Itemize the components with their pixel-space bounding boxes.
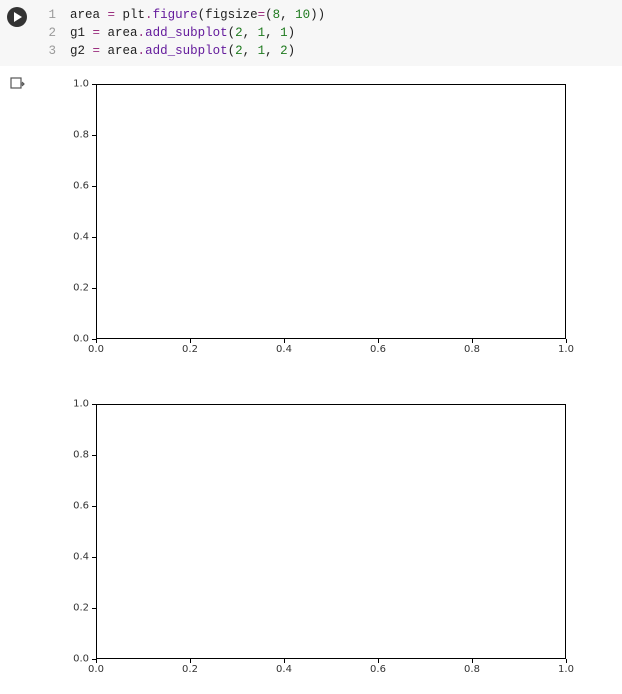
x-tick-label: 0.8 (464, 344, 480, 355)
y-tick-mark (92, 186, 96, 187)
x-tick-label: 0.4 (276, 344, 292, 355)
x-tick-mark (472, 659, 473, 663)
y-tick-label: 0.2 (73, 603, 89, 614)
plot-area (96, 84, 566, 339)
y-tick-label: 1.0 (73, 399, 89, 410)
code-editor[interactable]: area = plt.figure(figsize=(8, 10))g1 = a… (56, 4, 622, 60)
x-tick-mark (190, 659, 191, 663)
matplotlib-figure: 0.00.20.40.60.81.00.00.20.40.60.81.00.00… (34, 74, 622, 694)
line-number: 2 (34, 24, 56, 42)
y-tick-mark (92, 608, 96, 609)
x-tick-mark (378, 339, 379, 343)
y-tick-label: 0.4 (73, 232, 89, 243)
plot-area (96, 404, 566, 659)
code-line[interactable]: g2 = area.add_subplot(2, 1, 2) (70, 42, 622, 60)
subplot-2: 0.0 0.2 0.4 0.6 0.8 1.0 0.0 0.2 0.4 0.6 0.8 1.0 (34, 394, 594, 694)
run-column (0, 4, 34, 60)
x-tick-mark (284, 339, 285, 343)
x-tick-mark (566, 659, 567, 663)
x-tick-mark (190, 339, 191, 343)
y-tick-mark (92, 84, 96, 85)
y-tick-mark (92, 135, 96, 136)
x-tick-label: 0.0 (88, 344, 104, 355)
run-button[interactable] (7, 7, 27, 27)
x-tick-mark (566, 339, 567, 343)
x-tick-mark (284, 659, 285, 663)
y-tick-mark (92, 404, 96, 405)
output-link-icon[interactable] (9, 76, 25, 694)
subplot-1: 0.0 0.2 0.4 0.6 0.8 1.0 0.0 0.2 0.4 0.6 0.8 1.0 (34, 74, 594, 374)
line-gutter: 1 2 3 (34, 4, 56, 60)
y-tick-mark (92, 506, 96, 507)
line-number: 3 (34, 42, 56, 60)
x-tick-mark (96, 339, 97, 343)
x-tick-label: 0.8 (464, 664, 480, 675)
code-cell: 1 2 3 area = plt.figure(figsize=(8, 10))… (0, 0, 622, 66)
y-tick-mark (92, 237, 96, 238)
output-icon-column (0, 74, 34, 694)
y-tick-label: 0.0 (73, 334, 89, 345)
y-tick-label: 0.6 (73, 501, 89, 512)
line-number: 1 (34, 6, 56, 24)
y-tick-mark (92, 288, 96, 289)
x-tick-label: 1.0 (558, 344, 574, 355)
x-tick-label: 0.4 (276, 664, 292, 675)
x-tick-mark (378, 659, 379, 663)
x-tick-label: 0.2 (182, 664, 198, 675)
y-tick-label: 0.6 (73, 181, 89, 192)
y-tick-label: 0.4 (73, 552, 89, 563)
x-tick-mark (472, 339, 473, 343)
output-cell: 0.00.20.40.60.81.00.00.20.40.60.81.00.00… (0, 66, 622, 694)
x-tick-mark (96, 659, 97, 663)
x-tick-label: 0.6 (370, 344, 386, 355)
code-line[interactable]: g1 = area.add_subplot(2, 1, 1) (70, 24, 622, 42)
y-tick-mark (92, 557, 96, 558)
y-tick-mark (92, 455, 96, 456)
y-tick-label: 0.2 (73, 283, 89, 294)
code-line[interactable]: area = plt.figure(figsize=(8, 10)) (70, 6, 622, 24)
y-tick-label: 0.0 (73, 654, 89, 665)
y-tick-label: 0.8 (73, 450, 89, 461)
x-tick-label: 0.6 (370, 664, 386, 675)
y-tick-label: 0.8 (73, 130, 89, 141)
x-tick-label: 1.0 (558, 664, 574, 675)
y-tick-label: 1.0 (73, 79, 89, 90)
x-tick-label: 0.0 (88, 664, 104, 675)
x-tick-label: 0.2 (182, 344, 198, 355)
